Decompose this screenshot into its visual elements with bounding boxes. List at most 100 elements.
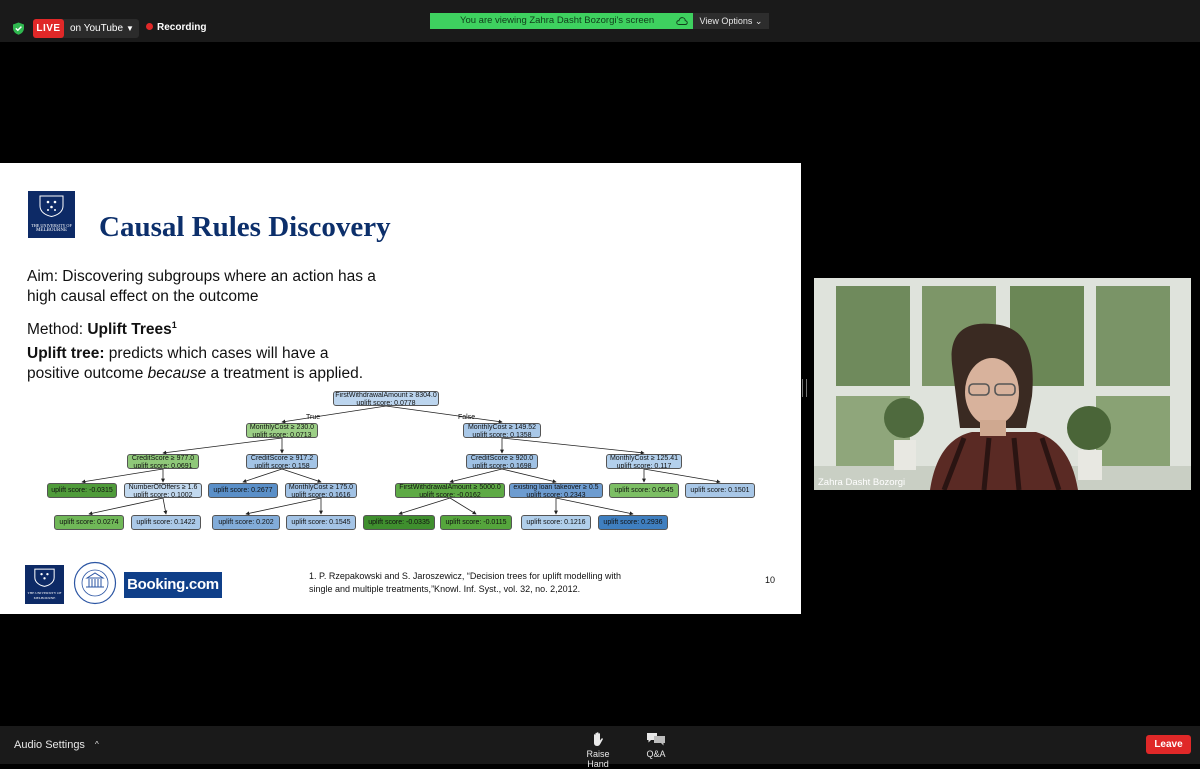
tree-edge-n11-n20: [449, 497, 477, 515]
qa-label: Q&A: [646, 749, 666, 759]
tree-node-n7: uplift score: -0.0315: [47, 483, 117, 498]
slide-page-number: 10: [765, 575, 776, 585]
live-streaming-button[interactable]: LIVE on YouTube ▼: [33, 19, 139, 38]
qa-button[interactable]: Q&A: [642, 731, 670, 759]
audio-settings-button[interactable]: Audio Settings: [14, 739, 85, 751]
participant-video-tile[interactable]: Zahra Dasht Bozorgi: [814, 278, 1191, 490]
tree-node-label: FirstWithdrawalAmount ≥ 8304.0: [335, 392, 437, 399]
tree-node-label: uplift score: 0.1501: [690, 487, 750, 494]
tree-node-label: MonthlyCost ≥ 175.0: [288, 484, 354, 491]
tree-node-label: existing loan takeover ≥ 0.5: [513, 484, 599, 491]
tree-node-n9: uplift score: 0.2677: [208, 483, 278, 498]
tree-node-label: uplift score: 0.0274: [59, 519, 119, 526]
tree-edge-n5-n12: [501, 468, 557, 484]
tree-edge-n5-n11: [449, 468, 503, 484]
tree-node-label: CreditScore ≥ 977.0: [131, 455, 195, 462]
tree-node-label: MonthlyCost ≥ 230.0: [249, 424, 315, 431]
tree-node-n20: uplift score: -0.0115: [440, 515, 512, 530]
panel-resize-handle[interactable]: [802, 379, 807, 397]
participant-name-label: Zahra Dasht Bozorgi: [818, 477, 906, 488]
uplift-line1-rest: predicts which cases will have a: [104, 345, 329, 362]
cloud-icon[interactable]: [676, 16, 688, 26]
qa-chat-bubbles-icon: [647, 733, 665, 746]
tree-edge-n2-n6: [501, 437, 645, 455]
tree-node-n16: uplift score: 0.1422: [131, 515, 201, 530]
tree-node-n11: FirstWithdrawalAmount ≥ 5000.0 uplift sco…: [395, 483, 505, 498]
tree-edge-n4-n10: [281, 468, 322, 483]
uplift-line2-em: because: [147, 365, 207, 382]
raise-hand-button[interactable]: Raise Hand: [575, 731, 621, 769]
top-bar: LIVE on YouTube ▼ Recording You are view…: [0, 0, 1200, 42]
tree-edge-n3-n7: [81, 468, 164, 484]
method-prefix: Method:: [27, 321, 88, 339]
tree-node-score: uplift score: 0.0691: [133, 462, 193, 469]
bottom-toolbar: Audio Settings ^ Raise Hand Q&A Leave: [0, 726, 1200, 769]
tree-node-n3: CreditScore ≥ 977.0 uplift score: 0.0691: [127, 454, 199, 469]
recording-dot-icon: [146, 23, 153, 30]
tree-node-score: uplift score: 0.158: [254, 462, 310, 469]
tree-node-root: FirstWithdrawalAmount ≥ 8304.0 uplift sco…: [333, 391, 439, 406]
tree-node-n19: uplift score: -0.0335: [363, 515, 435, 530]
tree-node-n2: MonthlyCost ≥ 149.52 uplift score: 0.1358: [463, 423, 541, 438]
tree-node-score: uplift score: 0.117: [616, 462, 672, 469]
tree-node-score: uplift score: 0.1698: [472, 462, 532, 469]
tree-node-score: uplift score: 0.2343: [526, 491, 586, 498]
tree-node-label: uplift score: -0.0115: [445, 519, 507, 526]
tree-node-n10: MonthlyCost ≥ 175.0 uplift score: 0.1616: [285, 483, 357, 498]
method-bold: Uplift Trees: [87, 321, 172, 339]
tree-node-n13: uplift score: 0.0545: [609, 483, 679, 498]
shared-screen-slide: THE UNIVERSITY OF MELBOURNE Causal Rules…: [0, 163, 801, 614]
tree-node-n18: uplift score: 0.1545: [286, 515, 356, 530]
tree-edge-n12-n22: [555, 497, 634, 516]
tree-node-n15: uplift score: 0.0274: [54, 515, 124, 530]
tree-edge-n10-n17: [245, 497, 322, 516]
view-options-button[interactable]: View Options ⌄: [693, 13, 769, 29]
raise-hand-icon: [594, 732, 603, 746]
edge-label-false: False: [458, 414, 476, 421]
uplift-line1: Uplift tree: predicts which cases will h…: [27, 344, 329, 364]
tree-node-label: FirstWithdrawalAmount ≥ 5000.0: [399, 484, 501, 491]
tree-node-label: uplift score: 0.2677: [213, 487, 273, 494]
tree-node-label: uplift score: 0.1422: [136, 519, 196, 526]
live-target-label: on YouTube: [70, 23, 124, 34]
aim-line1: Aim: Discovering subgroups where an acti…: [27, 268, 376, 285]
crest-shield-icon: [39, 195, 64, 217]
security-shield-icon[interactable]: [12, 22, 25, 35]
tree-node-label: MonthlyCost ≥ 149.52: [467, 424, 537, 431]
tree-node-score: uplift score: 0.1616: [291, 491, 351, 498]
tree-node-score: uplift score: 0.1002: [133, 491, 193, 498]
uplift-line2: positive outcome because a treatment is …: [27, 364, 363, 384]
tree-node-label: NumberOfOffers ≥ 1.6: [128, 484, 198, 491]
tree-node-n1: MonthlyCost ≥ 230.0 uplift score: 0.0713: [246, 423, 318, 438]
tree-node-n8: NumberOfOffers ≥ 1.6 uplift score: 0.1002: [124, 483, 202, 498]
chevron-down-icon[interactable]: ▼: [126, 19, 134, 38]
tree-node-label: uplift score: -0.0335: [368, 519, 430, 526]
tree-edge-n4-n9: [242, 468, 283, 483]
footnote-reference: 1. P. Rzepakowski and S. Jaroszewicz, “D…: [309, 570, 621, 596]
tree-node-n5: CreditScore ≥ 920.0 uplift score: 0.1698: [466, 454, 538, 469]
audio-settings-caret-icon[interactable]: ^: [95, 740, 99, 749]
edge-label-true: True: [306, 414, 321, 421]
leave-button[interactable]: Leave: [1146, 735, 1191, 754]
tree-node-n21: uplift score: 0.1216: [521, 515, 591, 530]
tree-node-label: uplift score: 0.2936: [603, 519, 663, 526]
recording-indicator[interactable]: Recording: [146, 21, 206, 35]
tree-node-score: uplift score: 0.0713: [252, 431, 312, 438]
booking-com-logo: Booking.com: [124, 572, 222, 598]
tree-node-label: MonthlyCost ≥ 125.41: [609, 455, 679, 462]
tree-edge-n1-n3: [162, 437, 283, 455]
university-of-tartu-seal-icon: [73, 561, 117, 605]
tree-node-score: uplift score: 0.1358: [472, 431, 532, 438]
tree-edge-root-n2: [385, 405, 503, 424]
uplift-tree-diagram: True False FirstWithdrawalAmount ≥ 8304.…: [0, 391, 801, 541]
slide-title: Causal Rules Discovery: [99, 211, 391, 243]
viewing-banner-text: You are viewing Zahra Dasht Bozorgi's sc…: [460, 15, 655, 26]
recording-label: Recording: [157, 22, 207, 33]
tree-node-n17: uplift score: 0.202: [212, 515, 280, 530]
live-badge: LIVE: [33, 19, 64, 38]
raise-hand-label: Raise Hand: [586, 749, 610, 769]
tree-node-label: uplift score: 0.0545: [614, 487, 674, 494]
viewing-banner: You are viewing Zahra Dasht Bozorgi's sc…: [430, 13, 693, 29]
reference-line1: 1. P. Rzepakowski and S. Jaroszewicz, “D…: [309, 571, 621, 581]
method-footnote-marker: 1: [171, 320, 177, 330]
